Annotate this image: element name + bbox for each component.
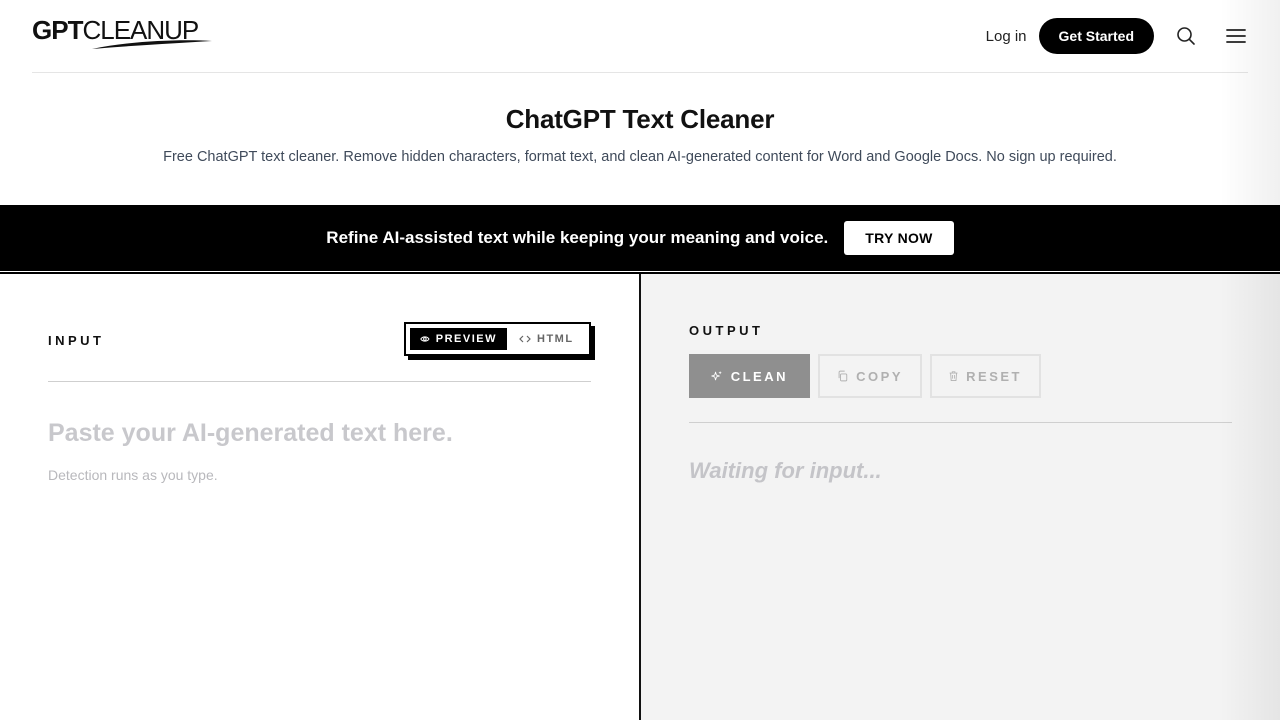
input-placeholder[interactable]: Paste your AI-generated text here. <box>48 419 453 448</box>
page-title: ChatGPT Text Cleaner <box>505 104 775 134</box>
input-divider <box>48 381 591 382</box>
get-started-button[interactable]: Get Started <box>1038 18 1154 54</box>
eye-icon <box>420 336 430 342</box>
output-divider <box>689 422 1232 423</box>
reset-label: RESET <box>966 368 1022 384</box>
reset-button[interactable]: RESET <box>930 354 1041 398</box>
output-label: OUTPUT <box>689 323 764 338</box>
hamburger-menu-icon <box>1226 29 1246 43</box>
copy-button[interactable]: COPY <box>818 354 922 398</box>
copy-icon <box>838 370 848 382</box>
clean-label: CLEAN <box>730 368 788 384</box>
page-subtitle: Free ChatGPT text cleaner. Remove hidden… <box>163 149 1117 165</box>
logo-swoosh-icon <box>92 40 212 49</box>
view-toggle: PREVIEW HTML <box>404 322 591 356</box>
input-panel: INPUT PREVIEW HTML Paste your AI-generat… <box>0 274 639 720</box>
menu-button[interactable] <box>1224 24 1248 48</box>
preview-toggle[interactable]: PREVIEW <box>410 328 507 350</box>
login-link[interactable]: Log in <box>986 28 1027 45</box>
trash-icon <box>949 371 958 382</box>
clean-button[interactable]: CLEAN <box>689 354 810 398</box>
html-toggle[interactable]: HTML <box>507 328 574 350</box>
banner-text: Refine AI-assisted text while keeping yo… <box>326 228 829 247</box>
search-icon <box>1177 27 1195 45</box>
output-panel: OUTPUT CLEAN COPY RESET Waiting for inpu… <box>641 274 1280 720</box>
site-header: GPTCLEANUP Log in Get Started <box>32 0 1248 73</box>
sparkles-icon <box>711 371 722 381</box>
search-button[interactable] <box>1174 24 1198 48</box>
logo[interactable]: GPTCLEANUP <box>32 13 212 53</box>
input-hint: Detection runs as you type. <box>48 467 218 483</box>
header-nav: Log in Get Started <box>986 18 1248 54</box>
code-icon <box>519 335 531 343</box>
output-waiting-text: Waiting for input... <box>689 458 882 483</box>
html-label: HTML <box>537 333 574 345</box>
output-actions: CLEAN COPY RESET <box>689 354 1049 398</box>
try-now-button[interactable]: TRY NOW <box>844 221 954 255</box>
hero-section: ChatGPT Text Cleaner Free ChatGPT text c… <box>0 104 1280 165</box>
preview-label: PREVIEW <box>435 333 497 345</box>
promo-banner: Refine AI-assisted text while keeping yo… <box>0 205 1280 271</box>
input-label: INPUT <box>48 333 105 348</box>
logo-bold-text: GPT <box>32 15 83 45</box>
copy-label: COPY <box>856 368 903 384</box>
